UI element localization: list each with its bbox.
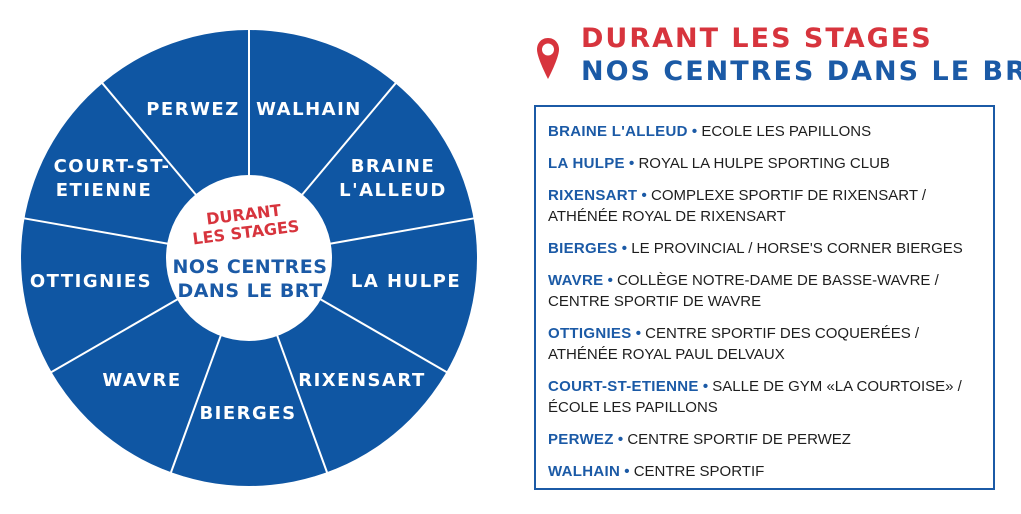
centre-separator: • (629, 155, 635, 172)
heading-line-1: DURANT LES STAGES (581, 23, 933, 54)
segment-label-perwez: PERWEZ (146, 99, 240, 120)
segment-label-la-hulpe: LA HULPE (351, 271, 461, 292)
centres-list: BRAINE L'ALLEUD • ECOLE LES PAPILLONS LA… (534, 105, 995, 490)
centre-separator: • (621, 240, 628, 257)
list-item: COURT-ST-ETIENNE • SALLE DE GYM «LA COUR… (548, 376, 981, 418)
segment-label-braine: BRAINE (351, 156, 436, 177)
centre-city: PERWEZ (548, 431, 614, 448)
centre-venue: ECOLE LES PAPILLONS (701, 123, 872, 140)
segment-label-etienne: ETIENNE (56, 180, 153, 201)
segment-label-rixensart: RIXENSART (298, 370, 426, 391)
centre-city: COURT-ST-ETIENNE (548, 378, 699, 395)
list-item: PERWEZ • CENTRE SPORTIF DE PERWEZ (548, 429, 981, 450)
list-item: BRAINE L'ALLEUD • ECOLE LES PAPILLONS (548, 121, 981, 142)
heading-line-2: NOS CENTRES DANS LE BRT (581, 56, 1021, 87)
centre-city: BIERGES (548, 240, 618, 257)
centre-city: WALHAIN (548, 463, 621, 480)
centres-wheel: PERWEZ WALHAIN BRAINE L'ALLEUD LA HULPE … (21, 28, 477, 486)
centre-separator: • (624, 463, 630, 480)
center-blue-line-2: DANS LE BRT (177, 280, 322, 302)
list-item: WAVRE • COLLÈGE NOTRE-DAME DE BASSE-WAVR… (548, 270, 981, 312)
segment-label-lalleud: L'ALLEUD (339, 180, 447, 201)
centre-separator: • (617, 431, 624, 448)
centre-venue: CENTRE SPORTIF DE PERWEZ (627, 431, 851, 448)
centre-venue: ROYAL LA HULPE SPORTING CLUB (638, 155, 890, 172)
centre-separator: • (607, 272, 613, 289)
centre-separator: • (635, 325, 641, 342)
segment-label-ottignies: OTTIGNIES (30, 271, 152, 292)
centre-city: RIXENSART (548, 187, 638, 204)
list-item: WALHAIN • CENTRE SPORTIF (548, 461, 981, 482)
centre-city: BRAINE L'ALLEUD (548, 123, 688, 140)
centre-city: OTTIGNIES (548, 325, 632, 342)
centre-separator: • (702, 378, 709, 395)
map-pin-icon (535, 36, 561, 87)
segment-label-wavre: WAVRE (102, 370, 181, 391)
segment-label-bierges: BIERGES (199, 403, 296, 424)
list-item: RIXENSART • COMPLEXE SPORTIF DE RIXENSAR… (548, 185, 981, 227)
center-blue-line-1: NOS CENTRES (173, 256, 328, 278)
centre-venue: CENTRE SPORTIF (633, 463, 765, 480)
segment-label-court-st: COURT-ST- (54, 156, 171, 177)
list-item: LA HULPE • ROYAL LA HULPE SPORTING CLUB (548, 153, 981, 174)
list-item: BIERGES • LE PROVINCIAL / HORSE'S CORNER… (548, 238, 981, 259)
centre-city: WAVRE (548, 272, 604, 289)
list-item: OTTIGNIES • CENTRE SPORTIF DES COQUERÉES… (548, 323, 981, 365)
centre-separator: • (641, 187, 647, 204)
segment-label-walhain: WALHAIN (256, 99, 362, 120)
centre-venue: LE PROVINCIAL / HORSE'S CORNER BIERGES (631, 240, 963, 257)
centre-city: LA HULPE (548, 155, 625, 172)
centre-separator: • (691, 123, 698, 140)
